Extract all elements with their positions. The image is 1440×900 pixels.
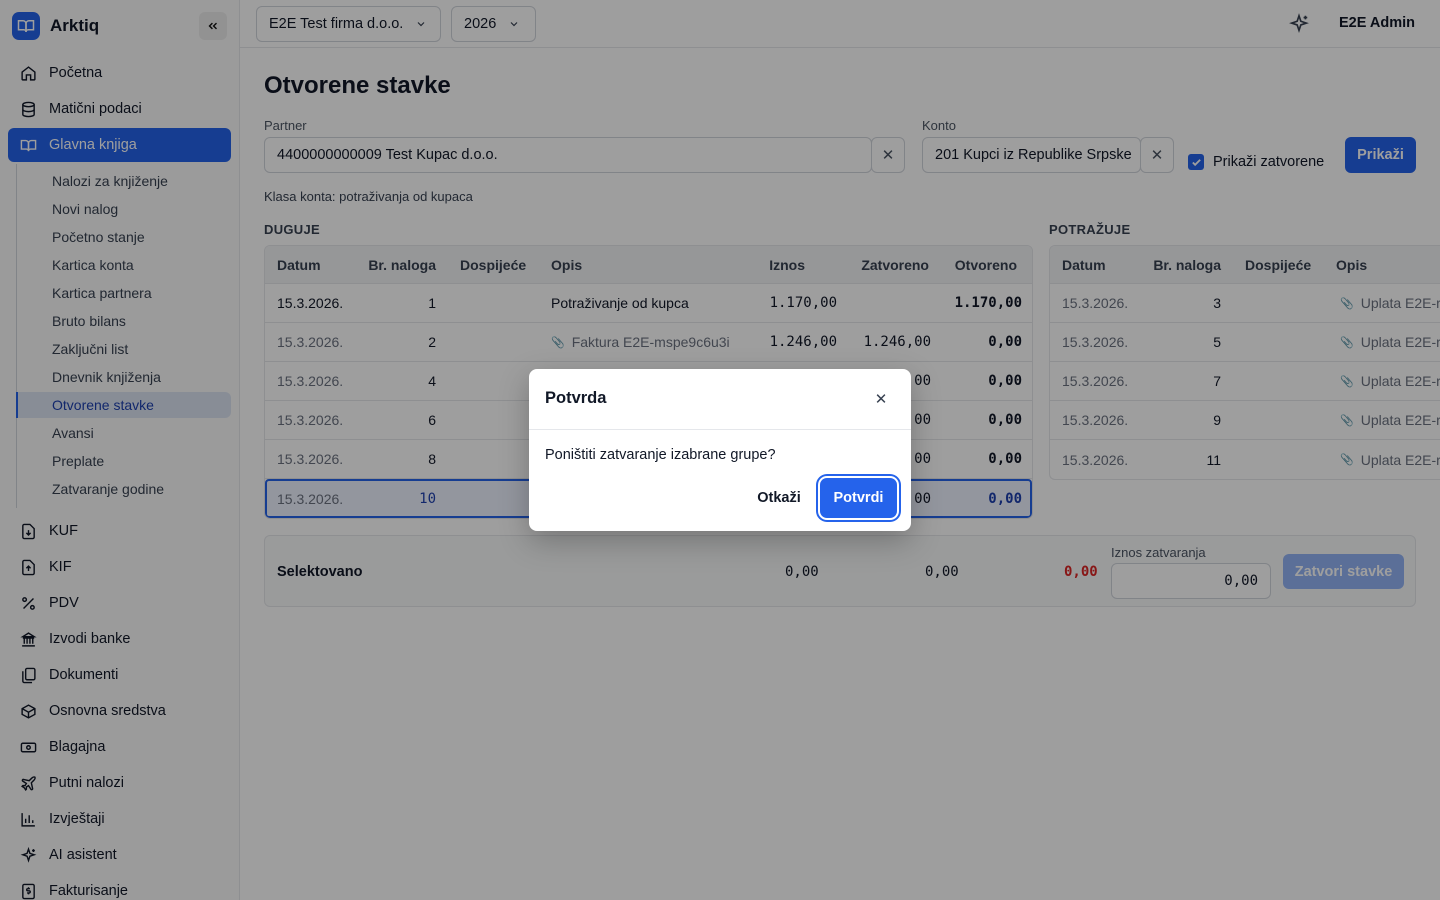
dialog-title: Potvrda xyxy=(545,389,607,407)
confirm-button[interactable]: Potvrdi xyxy=(820,478,897,518)
dialog-header: Potvrda ✕ xyxy=(529,369,911,430)
dialog-message: Poništiti zatvaranje izabrane grupe? xyxy=(545,447,776,463)
close-icon[interactable]: ✕ xyxy=(871,389,891,409)
cancel-button[interactable]: Otkaži xyxy=(745,482,813,514)
confirm-dialog: Potvrda ✕ Poništiti zatvaranje izabrane … xyxy=(529,369,911,531)
